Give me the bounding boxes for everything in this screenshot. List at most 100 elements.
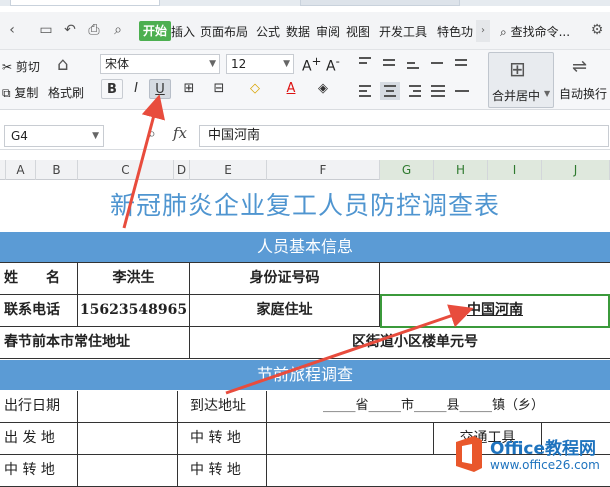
cut-button[interactable]: ✂ 剪切 <box>2 58 40 75</box>
tab-developer[interactable]: 开发工具 <box>379 23 427 40</box>
cell-home-label[interactable]: 家庭住址 <box>190 295 380 327</box>
font-size-select[interactable]: 12 ▼ <box>226 54 294 74</box>
chevron-down-icon: ▼ <box>544 89 551 98</box>
cell-phone-value[interactable]: 15623548965 <box>78 295 190 327</box>
tab-data[interactable]: 数据 <box>286 23 310 40</box>
tab-page-layout[interactable]: 页面布局 <box>200 23 248 40</box>
cell-arrival-label[interactable]: 到达地址 <box>178 391 267 423</box>
tab-formulas[interactable]: 公式 <box>256 23 280 40</box>
column-header-a[interactable]: A <box>6 160 36 180</box>
tab-start[interactable]: 开始 <box>139 21 172 41</box>
column-header-i[interactable]: I <box>488 160 542 180</box>
align-center-icon[interactable] <box>380 82 400 100</box>
distribute-horizontal-icon[interactable] <box>452 82 472 100</box>
font-size-value: 12 <box>231 57 247 71</box>
chevron-down-icon: ▼ <box>209 59 216 69</box>
tab-review[interactable]: 审阅 <box>316 23 340 40</box>
justify-icon[interactable] <box>428 82 448 100</box>
clear-format-icon[interactable]: ◈ <box>312 79 334 99</box>
cell-transfer2-label[interactable]: 中 转 地 <box>0 455 78 487</box>
increase-font-icon[interactable]: A+ <box>302 54 321 75</box>
watermark-title: Office教程网 <box>490 439 597 459</box>
section-travel[interactable]: 节前旅程调查 <box>0 360 610 390</box>
zoom-icon[interactable]: ⌕ <box>148 126 156 142</box>
tab-view[interactable]: 视图 <box>346 23 370 40</box>
orientation-icon[interactable] <box>428 54 448 72</box>
font-color-icon[interactable]: A <box>280 79 302 99</box>
merge-cells-icon: ⊞ <box>509 57 526 81</box>
fill-pattern-icon[interactable]: ⊟ <box>208 79 230 99</box>
cell-transfer3-label[interactable]: 中 转 地 <box>178 455 267 487</box>
decrease-font-icon[interactable]: A- <box>326 54 340 75</box>
fill-color-icon[interactable]: ◇ <box>244 79 266 99</box>
cell-name-value[interactable]: 李洪生 <box>78 263 190 295</box>
merge-center-button[interactable]: ⊞ 合并居中 ▼ <box>488 52 554 108</box>
wrap-text-icon[interactable]: ⇌ <box>572 56 587 77</box>
section-basic-info[interactable]: 人员基本信息 <box>0 232 610 262</box>
column-header-j[interactable]: J <box>542 160 610 180</box>
cell-departure-label[interactable]: 出 发 地 <box>0 423 78 455</box>
column-header-e[interactable]: E <box>190 160 267 180</box>
column-header-c[interactable]: C <box>78 160 174 180</box>
name-box[interactable]: G4 ▼ <box>4 125 104 147</box>
font-name-select[interactable]: 宋体 ▼ <box>100 54 220 74</box>
copy-button[interactable]: ⧉ 复制 <box>2 84 38 101</box>
cell-travel-date-value[interactable] <box>78 391 178 423</box>
cell-transfer-value[interactable] <box>267 423 434 455</box>
column-header-f[interactable]: F <box>267 160 380 180</box>
align-top-icon[interactable] <box>356 54 376 72</box>
cut-label: 剪切 <box>15 60 40 74</box>
cell-transfer2-value[interactable] <box>78 455 178 487</box>
copy-label: 复制 <box>14 86 39 100</box>
cell-residence-value[interactable]: 区街道小区楼单元号 <box>190 327 610 359</box>
column-header-g[interactable]: G <box>380 160 434 180</box>
undo-icon[interactable]: ↶ <box>62 22 78 38</box>
tab-features[interactable]: 特色功 <box>437 23 473 40</box>
menu-scroll-right-button[interactable]: › <box>476 20 490 42</box>
column-header-b[interactable]: B <box>36 160 78 180</box>
print-preview-icon[interactable]: ⌕ <box>110 22 126 38</box>
italic-button[interactable]: I <box>125 79 147 99</box>
align-bottom-icon[interactable] <box>404 54 424 72</box>
fx-icon[interactable]: fx <box>173 124 187 142</box>
chevron-left-icon[interactable]: ‹ <box>4 22 20 38</box>
format-painter-button[interactable]: 格式刷 <box>48 84 84 101</box>
cell-phone-label[interactable]: 联系电话 <box>0 295 78 327</box>
ribbon-toolbar: ✂ 剪切 ⧉ 复制 ⌂ 格式刷 宋体 ▼ 12 ▼ A+ A- B I U ⊞ … <box>0 50 610 110</box>
cell-id-value[interactable] <box>380 263 610 295</box>
save-icon[interactable]: ▭ <box>38 22 54 38</box>
cell-departure-value[interactable] <box>78 423 178 455</box>
tab-insert[interactable]: 插入 <box>171 23 195 40</box>
search-command[interactable]: ⌕ 查找命令... <box>500 23 570 40</box>
document-tab[interactable] <box>10 0 160 6</box>
align-middle-icon[interactable] <box>380 54 400 72</box>
formula-input[interactable]: 中国河南 <box>199 125 609 147</box>
sheet-title[interactable]: 新冠肺炎企业复工人员防控调查表 <box>0 186 610 222</box>
cell-name-label[interactable]: 姓 名 <box>0 263 78 295</box>
cell-residence-label[interactable]: 春节前本市常住地址 <box>0 327 190 359</box>
copy-icon: ⧉ <box>2 86 11 100</box>
font-name-value: 宋体 <box>105 57 130 71</box>
auto-wrap-button[interactable]: 自动换行 <box>559 85 607 102</box>
cell-travel-date-label[interactable]: 出行日期 <box>0 391 78 423</box>
office-logo-icon <box>456 436 482 472</box>
column-header-h[interactable]: H <box>434 160 488 180</box>
merge-center-label: 合并居中 <box>492 89 541 103</box>
print-icon[interactable]: ⎙ <box>86 22 102 38</box>
align-right-icon[interactable] <box>404 82 424 100</box>
format-painter-icon[interactable]: ⌂ <box>57 54 68 75</box>
cell-transfer-label[interactable]: 中 转 地 <box>178 423 267 455</box>
bold-button[interactable]: B <box>101 79 123 99</box>
distributed-icon[interactable] <box>452 54 472 72</box>
title-bar <box>0 0 610 6</box>
border-icon[interactable]: ⊞ <box>178 79 200 99</box>
settings-icon[interactable]: ⚙ <box>589 22 605 38</box>
column-header-d[interactable]: D <box>174 160 190 180</box>
document-tab-2[interactable] <box>300 0 460 6</box>
underline-button[interactable]: U <box>149 79 171 99</box>
align-left-icon[interactable] <box>356 82 376 100</box>
cell-arrival-value[interactable]: _____省_____市_____县_____镇（乡） <box>267 391 610 423</box>
scissors-icon: ✂ <box>2 60 13 74</box>
column-headers: A B C D E F G H I J <box>0 160 610 180</box>
cell-id-label[interactable]: 身份证号码 <box>190 263 380 295</box>
